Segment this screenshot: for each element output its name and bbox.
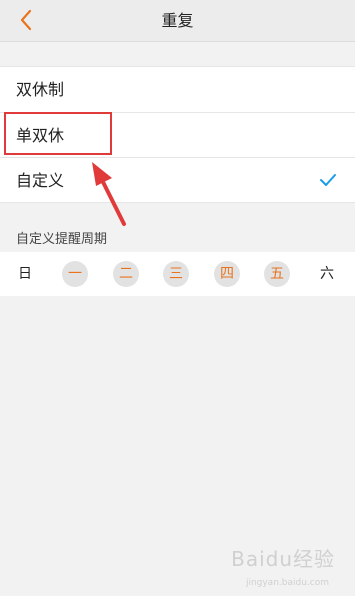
watermark-url: jingyan.baidu.com	[245, 578, 329, 588]
option-custom[interactable]: 自定义	[0, 157, 355, 202]
weekday-selector: 日 一 二 三 四 五 六	[0, 252, 355, 296]
option-double-rest[interactable]: 双休制	[0, 67, 355, 112]
checkmark-icon	[320, 174, 336, 186]
weekday-saturday[interactable]: 六	[314, 261, 340, 287]
repeat-options-list: 双休制 单双休 自定义	[0, 66, 355, 203]
weekday-friday[interactable]: 五	[264, 261, 290, 287]
watermark-logo: Baidu经验	[231, 547, 335, 571]
option-label: 双休制	[16, 80, 65, 99]
option-label: 单双休	[16, 126, 65, 145]
weekday-tuesday[interactable]: 二	[113, 261, 139, 287]
option-alternate-rest[interactable]: 单双休	[0, 112, 355, 157]
weekday-sunday[interactable]: 日	[12, 261, 38, 287]
page-title: 重复	[161, 11, 194, 30]
navbar: 重复	[0, 0, 355, 42]
option-label: 自定义	[16, 171, 65, 190]
weekday-thursday[interactable]: 四	[214, 261, 240, 287]
custom-period-label: 自定义提醒周期	[16, 232, 108, 247]
weekday-monday[interactable]: 一	[62, 261, 88, 287]
weekday-wednesday[interactable]: 三	[163, 261, 189, 287]
